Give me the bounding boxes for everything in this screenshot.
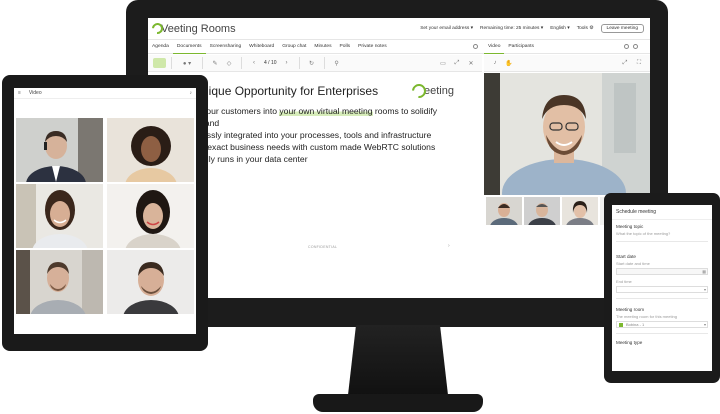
microphone-icon[interactable]: ♪ — [190, 90, 193, 96]
tab-video[interactable]: Video — [484, 40, 505, 54]
document-toolbar: ● ▾ ✎ ◇ ‹ 4 / 10 › ↻ ⚲ ▭ ⤢ ✕ — [148, 55, 482, 72]
participant-thumbnail[interactable] — [524, 197, 560, 225]
settings-icon[interactable] — [623, 44, 629, 49]
pen-icon[interactable]: ✎ — [208, 56, 222, 70]
close-icon[interactable]: ✕ — [464, 56, 478, 70]
slide-bullets: your customers into your own virtual mee… — [202, 106, 438, 164]
settings-icon[interactable] — [473, 44, 478, 49]
meeting-room-select[interactable]: Bobina - 1 ▾ — [616, 321, 708, 328]
tablet-header: ≡ Video ♪ — [14, 88, 196, 99]
highlight-icon[interactable] — [153, 58, 166, 68]
topic-hint: What the topic of the meeting? — [616, 231, 671, 236]
video-toolbar: ♪ ✋ ⤢ ⛶ — [484, 55, 650, 72]
next-slide-icon[interactable]: › — [448, 243, 450, 249]
app-name: Veeting Rooms — [161, 22, 236, 35]
fullscreen-icon[interactable]: ⤢ — [450, 56, 464, 70]
slide-logo: eeting — [409, 81, 454, 101]
room-color-icon — [619, 322, 623, 327]
participant-thumbnail[interactable] — [486, 197, 522, 225]
end-time-field[interactable]: ▾ — [616, 286, 708, 293]
microphone-icon[interactable]: ♪ — [488, 56, 502, 70]
slide-footer: CONFIDENTIAL — [308, 245, 338, 249]
page-indicator: 4 / 10 — [264, 60, 277, 66]
device-mockup: Veeting Rooms Set your email address ▾ R… — [0, 0, 720, 414]
remaining-time-menu[interactable]: Remaining time: 25 minutes ▾ — [480, 26, 543, 31]
tab-agenda[interactable]: Agenda — [148, 40, 173, 54]
zoom-icon[interactable]: ⚲ — [330, 56, 344, 70]
slide-title: nique Opportunity for Enterprises — [202, 84, 379, 98]
tab-documents[interactable]: Documents — [172, 40, 206, 54]
eraser-icon[interactable]: ◇ — [222, 56, 236, 70]
tab-screensharing[interactable]: Screensharing — [206, 40, 246, 54]
tab-polls[interactable]: Polls — [336, 40, 355, 54]
fullscreen-icon[interactable]: ⛶ — [632, 56, 646, 70]
app-topbar: Veeting Rooms Set your email address ▾ R… — [148, 18, 650, 40]
video-tile[interactable] — [16, 250, 103, 314]
chevron-down-icon[interactable]: ▾ — [704, 322, 706, 327]
close-icon[interactable] — [632, 44, 638, 49]
video-tile[interactable] — [16, 118, 103, 182]
expand-icon[interactable]: ⤢ — [618, 56, 632, 70]
tab-group-chat[interactable]: Group chat — [278, 40, 310, 54]
schedule-meeting-title: Schedule meeting — [612, 205, 712, 220]
meeting-room-label: Meeting room — [616, 307, 645, 312]
app-logo: Veeting Rooms — [149, 20, 236, 37]
language-menu[interactable]: English ▾ — [550, 26, 569, 31]
calendar-icon[interactable]: ▦ — [702, 269, 706, 274]
monitor-stand — [348, 325, 448, 395]
menu-icon[interactable]: ≡ — [18, 90, 21, 96]
video-tile[interactable] — [107, 184, 194, 248]
tools-menu[interactable]: Tools ⚙ — [577, 26, 594, 31]
start-date-hint: Start date and time — [616, 261, 650, 266]
leave-meeting-button[interactable]: Leave meeting — [600, 24, 644, 33]
module-tabs: Agenda Documents Screensharing Whiteboar… — [148, 40, 650, 54]
hand-icon[interactable]: ✋ — [502, 56, 516, 70]
tab-whiteboard[interactable]: Whiteboard — [245, 40, 278, 54]
video-grid — [16, 118, 194, 314]
tab-minutes[interactable]: Minutes — [310, 40, 335, 54]
video-tile[interactable] — [107, 250, 194, 314]
tab-private-notes[interactable]: Private notes — [354, 40, 391, 54]
tablet-title: Video — [28, 90, 42, 96]
refresh-icon[interactable]: ↻ — [305, 56, 319, 70]
meeting-room-hint: The meeting room for this meeting — [616, 314, 677, 319]
color-picker-icon[interactable]: ● ▾ — [177, 56, 197, 70]
video-tile[interactable] — [16, 184, 103, 248]
topic-label: Meeting topic — [616, 224, 644, 229]
main-video-feed — [484, 73, 650, 195]
chevron-right-icon[interactable]: › — [280, 56, 294, 70]
desktop-screen: Veeting Rooms Set your email address ▾ R… — [148, 18, 650, 298]
monitor-base — [313, 394, 483, 412]
email-menu[interactable]: Set your email address ▾ — [420, 26, 473, 31]
tablet-screen: ≡ Video ♪ — [14, 88, 196, 334]
tab-participants[interactable]: Participants — [504, 40, 538, 54]
presentation-icon[interactable]: ▭ — [436, 56, 450, 70]
video-tile[interactable] — [107, 118, 194, 182]
participant-thumbnail[interactable] — [562, 197, 598, 225]
meeting-type-label: Meeting type — [616, 340, 643, 345]
start-date-field[interactable]: ▦ — [616, 268, 708, 275]
chevron-left-icon[interactable]: ‹ — [247, 56, 261, 70]
start-date-label: Start date — [616, 254, 636, 259]
chevron-down-icon[interactable]: ▾ — [704, 287, 706, 292]
phone-screen: Schedule meeting Meeting topic What the … — [612, 205, 712, 371]
end-time-label: End time — [616, 279, 632, 284]
